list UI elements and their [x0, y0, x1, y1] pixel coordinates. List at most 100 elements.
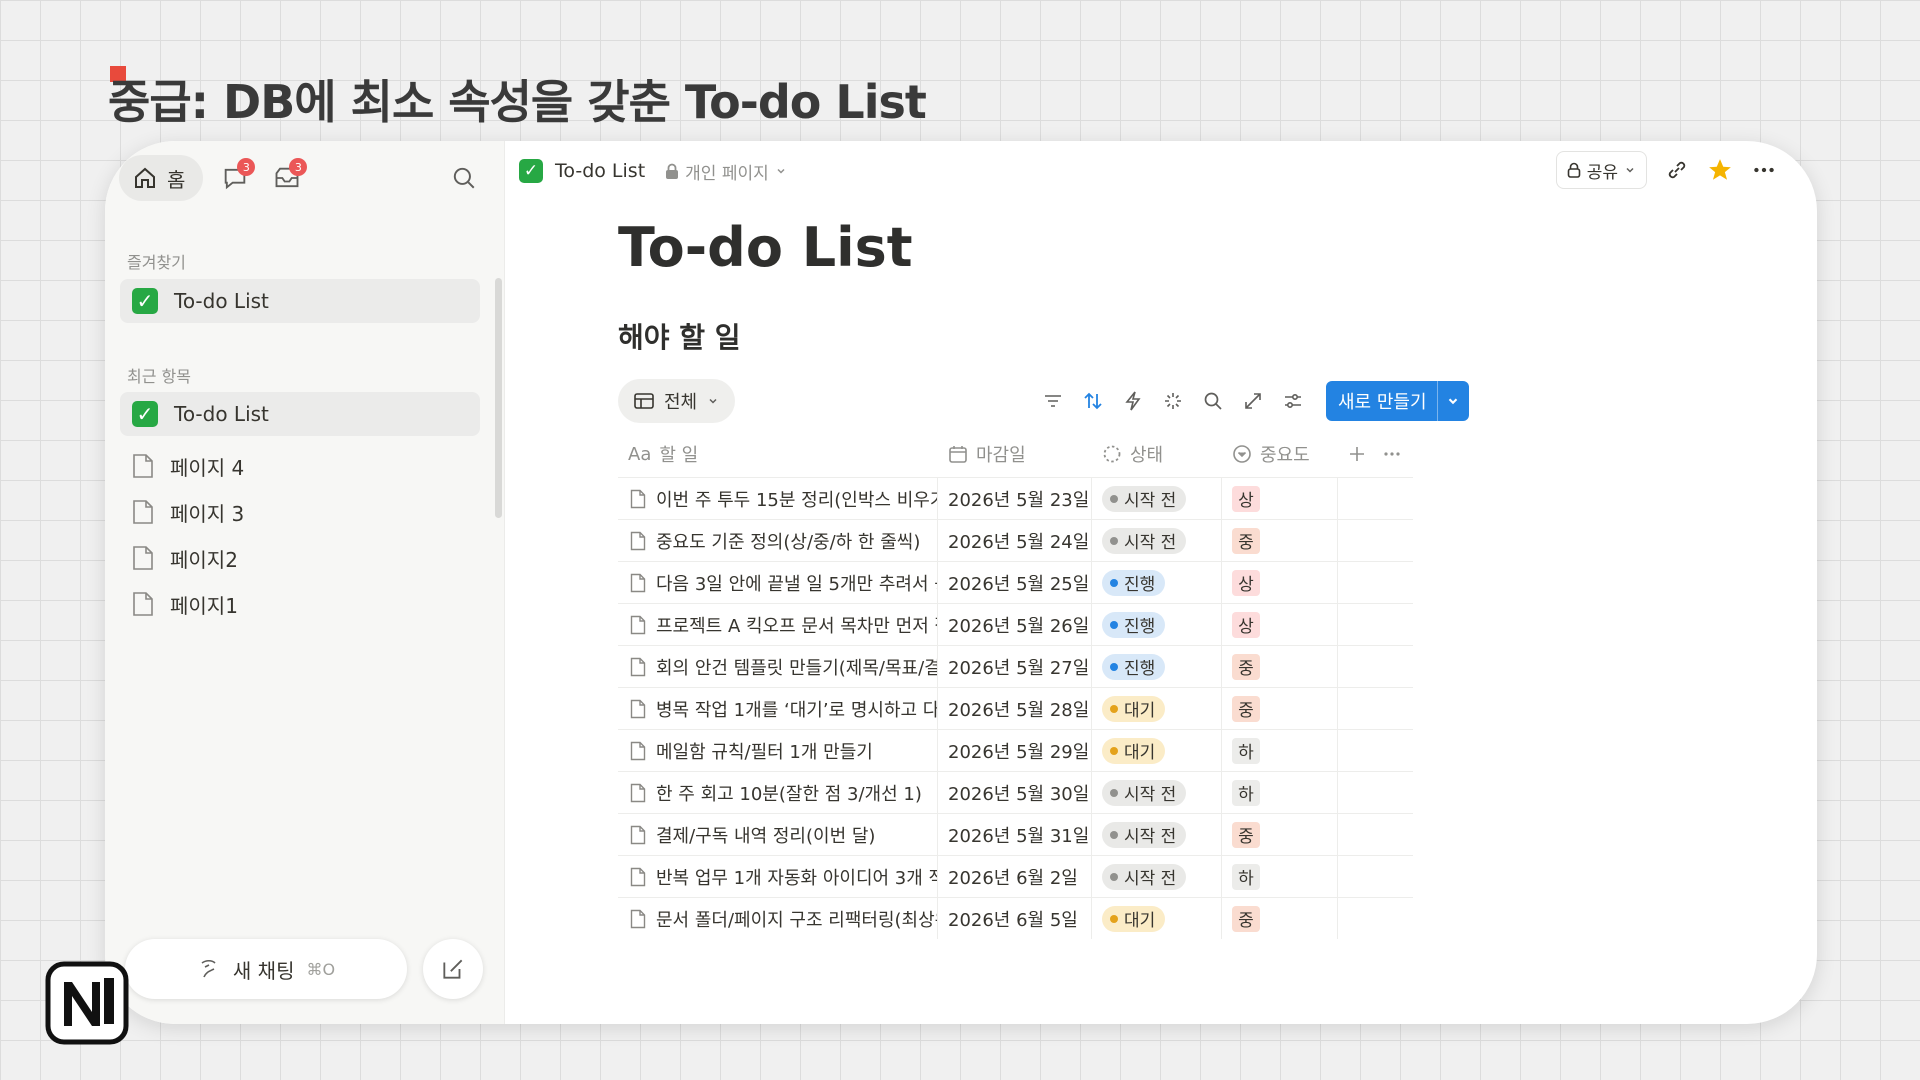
due-cell[interactable]: 2026년 5월 26일	[938, 604, 1092, 645]
share-button[interactable]: 공유	[1555, 151, 1647, 189]
table-row[interactable]: 다음 3일 안에 끝낼 일 5개만 추려서 등록 2026년 5월 25일 진행 상	[618, 561, 1413, 603]
header-task[interactable]: Aa 할 일	[618, 441, 938, 467]
task-cell[interactable]: 다음 3일 안에 끝낼 일 5개만 추려서 등록	[618, 562, 938, 603]
task-cell[interactable]: 한 주 회고 10분(잘한 점 3/개선 1)	[618, 772, 938, 813]
ai-autofill-button[interactable]	[1160, 388, 1186, 414]
priority-cell[interactable]: 중	[1222, 520, 1338, 561]
priority-cell[interactable]: 하	[1222, 730, 1338, 771]
comments-button[interactable]: 3	[215, 158, 256, 198]
due-cell[interactable]: 2026년 5월 25일	[938, 562, 1092, 603]
status-cell[interactable]: 시작 전	[1092, 478, 1222, 519]
priority-cell[interactable]: 하	[1222, 772, 1338, 813]
table-body: 이번 주 투두 15분 정리(인박스 비우기) 2026년 5월 23일 시작 전상…	[618, 477, 1413, 939]
table-row[interactable]: 이번 주 투두 15분 정리(인박스 비우기) 2026년 5월 23일 시작 전 상	[618, 477, 1413, 519]
due-cell[interactable]: 2026년 5월 31일	[938, 814, 1092, 855]
status-dot	[1110, 914, 1118, 923]
priority-cell[interactable]: 중	[1222, 688, 1338, 729]
recent-item-page2[interactable]: 페이지2	[120, 536, 480, 580]
priority-cell[interactable]: 중	[1222, 646, 1338, 687]
task-cell[interactable]: 메일함 규칙/필터 1개 만들기	[618, 730, 938, 771]
favorite-item-todo[interactable]: ✓ To-do List	[120, 279, 480, 323]
status-cell[interactable]: 시작 전	[1092, 520, 1222, 561]
new-button[interactable]: 새로 만들기	[1326, 381, 1437, 421]
search-button[interactable]	[444, 158, 484, 198]
status-cell[interactable]: 시작 전	[1092, 856, 1222, 897]
page-icon	[630, 573, 646, 592]
due-cell[interactable]: 2026년 5월 24일	[938, 520, 1092, 561]
due-cell[interactable]: 2026년 5월 29일	[938, 730, 1092, 771]
add-column-icon[interactable]	[1348, 445, 1366, 463]
select-icon	[1233, 445, 1251, 463]
due-cell[interactable]: 2026년 6월 5일	[938, 898, 1092, 939]
new-button-dropdown[interactable]	[1436, 381, 1469, 421]
task-cell[interactable]: 반복 업무 1개 자동화 아이디어 3개 적기	[618, 856, 938, 897]
table-row[interactable]: 반복 업무 1개 자동화 아이디어 3개 적기 2026년 6월 2일 시작 전 하	[618, 855, 1413, 897]
priority-cell[interactable]: 상	[1222, 604, 1338, 645]
task-cell[interactable]: 병목 작업 1개를 ‘대기’로 명시하고 다음 행동	[618, 688, 938, 729]
status-badge: 대기	[1102, 905, 1166, 932]
new-chat-button[interactable]: 새 채팅 ⌘O	[125, 939, 407, 999]
due-date: 2026년 6월 5일	[948, 909, 1078, 931]
expand-button[interactable]	[1240, 388, 1266, 414]
recent-item-page4[interactable]: 페이지 4	[120, 444, 480, 488]
check-icon: ✓	[132, 288, 158, 314]
header-status[interactable]: 상태	[1092, 441, 1222, 467]
filter-button[interactable]	[1040, 388, 1066, 414]
recent-item-page3[interactable]: 페이지 3	[120, 490, 480, 534]
due-date: 2026년 5월 26일	[948, 615, 1090, 637]
status-dot	[1110, 578, 1118, 587]
due-cell[interactable]: 2026년 5월 28일	[938, 688, 1092, 729]
status-cell[interactable]: 시작 전	[1092, 772, 1222, 813]
task-cell[interactable]: 회의 안건 템플릿 만들기(제목/목표/결정/할 일	[618, 646, 938, 687]
inbox-button[interactable]: 3	[267, 158, 308, 198]
topbar-page-name[interactable]: To-do List	[555, 160, 645, 182]
status-cell[interactable]: 대기	[1092, 688, 1222, 729]
table-row[interactable]: 결제/구독 내역 정리(이번 달) 2026년 5월 31일 시작 전 중	[618, 813, 1413, 855]
due-cell[interactable]: 2026년 5월 30일	[938, 772, 1092, 813]
table-search-button[interactable]	[1200, 388, 1226, 414]
recent-item-todo[interactable]: ✓ To-do List	[120, 392, 480, 436]
more-icon[interactable]	[1751, 157, 1777, 183]
table-row[interactable]: 병목 작업 1개를 ‘대기’로 명시하고 다음 행동 2026년 5월 28일 대기…	[618, 687, 1413, 729]
due-cell[interactable]: 2026년 6월 2일	[938, 856, 1092, 897]
task-cell[interactable]: 문서 폴더/페이지 구조 리팩터링(최상위 5개만	[618, 898, 938, 939]
status-cell[interactable]: 진행	[1092, 646, 1222, 687]
task-cell[interactable]: 프로젝트 A 킥오프 문서 목차만 먼저 잡기	[618, 604, 938, 645]
status-cell[interactable]: 진행	[1092, 562, 1222, 603]
status-cell[interactable]: 진행	[1092, 604, 1222, 645]
private-page-selector[interactable]: 개인 페이지	[665, 159, 787, 184]
table-row[interactable]: 메일함 규칙/필터 1개 만들기 2026년 5월 29일 대기 하	[618, 729, 1413, 771]
sort-button[interactable]	[1080, 388, 1106, 414]
home-button[interactable]: 홈	[119, 155, 204, 201]
table-row[interactable]: 프로젝트 A 킥오프 문서 목차만 먼저 잡기 2026년 5월 26일 진행 상	[618, 603, 1413, 645]
sidebar-scrollbar[interactable]	[495, 278, 502, 518]
task-cell[interactable]: 결제/구독 내역 정리(이번 달)	[618, 814, 938, 855]
automation-button[interactable]	[1120, 388, 1146, 414]
link-icon[interactable]	[1665, 158, 1689, 182]
priority-cell[interactable]: 중	[1222, 814, 1338, 855]
priority-cell[interactable]: 중	[1222, 898, 1338, 939]
priority-cell[interactable]: 상	[1222, 478, 1338, 519]
recent-item-page1[interactable]: 페이지1	[120, 582, 480, 626]
more-icon[interactable]	[1382, 444, 1402, 464]
priority-cell[interactable]: 상	[1222, 562, 1338, 603]
status-cell[interactable]: 대기	[1092, 730, 1222, 771]
task-title: 이번 주 투두 15분 정리(인박스 비우기)	[656, 489, 938, 511]
due-cell[interactable]: 2026년 5월 27일	[938, 646, 1092, 687]
priority-cell[interactable]: 하	[1222, 856, 1338, 897]
table-row[interactable]: 한 주 회고 10분(잘한 점 3/개선 1) 2026년 5월 30일 시작 전 하	[618, 771, 1413, 813]
status-cell[interactable]: 대기	[1092, 898, 1222, 939]
task-cell[interactable]: 중요도 기준 정의(상/중/하 한 줄씩)	[618, 520, 938, 561]
star-icon[interactable]	[1707, 157, 1733, 183]
task-cell[interactable]: 이번 주 투두 15분 정리(인박스 비우기)	[618, 478, 938, 519]
compose-button[interactable]	[423, 939, 483, 999]
table-row[interactable]: 문서 폴더/페이지 구조 리팩터링(최상위 5개만 2026년 6월 5일 대기 중	[618, 897, 1413, 939]
due-cell[interactable]: 2026년 5월 23일	[938, 478, 1092, 519]
table-row[interactable]: 회의 안건 템플릿 만들기(제목/목표/결정/할 일 2026년 5월 27일 진행…	[618, 645, 1413, 687]
view-tab-all[interactable]: 전체	[618, 379, 736, 423]
status-cell[interactable]: 시작 전	[1092, 814, 1222, 855]
table-row[interactable]: 중요도 기준 정의(상/중/하 한 줄씩) 2026년 5월 24일 시작 전 중	[618, 519, 1413, 561]
settings-button[interactable]	[1280, 388, 1306, 414]
header-priority[interactable]: 중요도	[1222, 441, 1338, 467]
header-due[interactable]: 마감일	[938, 441, 1092, 467]
